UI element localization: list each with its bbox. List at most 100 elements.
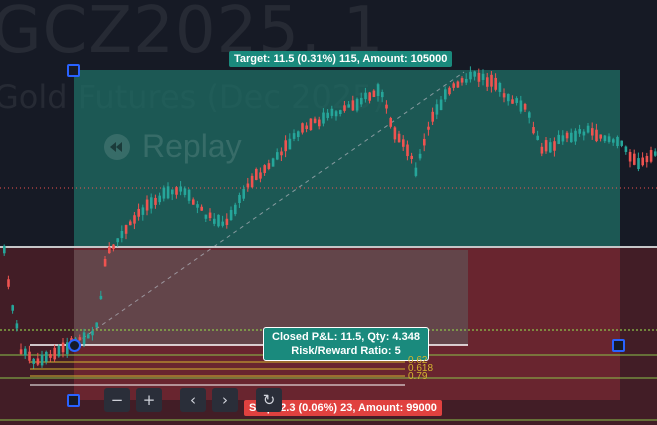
candle-body: [45, 351, 48, 362]
candle-body: [196, 204, 199, 208]
candle-body: [221, 221, 224, 226]
zoom-in-button[interactable]: +: [136, 388, 162, 412]
candle-body: [641, 157, 644, 166]
candle-body: [11, 305, 14, 311]
candle-body: [242, 188, 245, 199]
candle-body: [570, 132, 573, 143]
candle-body: [507, 93, 510, 102]
candle-body: [427, 126, 430, 130]
candle-body: [544, 140, 548, 152]
candle-body: [355, 98, 359, 111]
position-bottom-handle[interactable]: [67, 394, 80, 407]
candle-body: [431, 111, 434, 122]
candle-body: [162, 187, 166, 199]
position-top-handle[interactable]: [67, 64, 80, 77]
candle-body: [532, 127, 535, 134]
candle-body: [305, 125, 308, 130]
candle-body: [116, 238, 119, 243]
candle-body: [612, 139, 615, 143]
candle-body: [217, 214, 220, 227]
pnl-line: Closed P&L: 11.5, Qty: 4.348: [272, 331, 420, 343]
risk-reward-line: Risk/Reward Ratio: 5: [291, 345, 401, 357]
entry-handle[interactable]: [68, 339, 81, 352]
candle-body: [465, 78, 468, 83]
candle-body: [557, 134, 560, 144]
candle-body: [360, 97, 363, 105]
candle-body: [318, 119, 321, 127]
candle-body: [225, 218, 229, 225]
candle-body: [61, 342, 65, 353]
candle-body: [502, 93, 506, 98]
candle-body: [586, 125, 590, 133]
candle-body: [297, 131, 300, 138]
candle-body: [620, 140, 623, 146]
chart-area[interactable]: GCZ2025, 1 Gold Futures (Dec 2025) Rep: [0, 0, 657, 425]
candle-body: [343, 105, 346, 111]
candle-body: [82, 332, 86, 345]
candle-body: [133, 215, 136, 224]
candle-body: [536, 135, 539, 141]
replay-indicator[interactable]: Replay: [104, 128, 242, 165]
candle-body: [486, 77, 489, 87]
candle-body: [49, 354, 52, 358]
candle-body: [649, 150, 653, 162]
candle-body: [246, 183, 250, 188]
candle-body: [213, 218, 216, 224]
candle-body: [53, 347, 56, 360]
candle-body: [171, 189, 174, 195]
candle-body: [7, 279, 10, 287]
candle-body: [334, 111, 338, 117]
candle-body: [435, 104, 439, 115]
pnl-summary-box: Closed P&L: 11.5, Qty: 4.348 Risk/Reward…: [263, 327, 429, 361]
replay-label: Replay: [142, 128, 242, 164]
candle-body: [490, 74, 493, 87]
candle-body: [645, 155, 649, 163]
candle-body: [326, 112, 329, 118]
target-label: Target: 11.5 (0.31%) 115, Amount: 105000: [229, 51, 453, 67]
candle-body: [204, 214, 208, 219]
position-right-handle[interactable]: [612, 339, 625, 352]
candle-body: [511, 99, 514, 104]
candle-body: [477, 72, 481, 82]
candle-body: [271, 158, 275, 167]
candle-body: [24, 348, 27, 356]
candle-body: [187, 189, 191, 201]
candle-body: [381, 91, 384, 98]
candle-body: [91, 330, 94, 336]
candle-body: [309, 118, 313, 131]
candle-body: [591, 128, 594, 136]
candle-body: [276, 152, 279, 160]
candle-body: [192, 199, 195, 205]
candle-body: [229, 209, 233, 221]
candle-body: [255, 168, 258, 180]
candle-body: [87, 334, 90, 339]
candle-body: [150, 197, 153, 209]
scroll-left-button[interactable]: ‹: [180, 388, 206, 412]
candle-body: [158, 195, 161, 203]
scroll-right-button[interactable]: ›: [212, 388, 238, 412]
candle-body: [481, 73, 485, 80]
candle-body: [179, 186, 182, 192]
candle-body: [339, 110, 342, 115]
candle-body: [423, 138, 426, 146]
reset-chart-button[interactable]: ↻: [256, 388, 282, 412]
candle-body: [410, 155, 413, 160]
candle-body: [519, 100, 523, 112]
candle-body: [607, 136, 611, 142]
candle-body: [103, 258, 107, 267]
candle-body: [78, 337, 82, 341]
candle-body: [238, 194, 241, 203]
candle-body: [166, 186, 170, 199]
candle-body: [574, 130, 577, 142]
candle-body: [259, 172, 262, 179]
candle-body: [234, 204, 237, 215]
candle-body: [633, 153, 636, 165]
zoom-out-button[interactable]: −: [104, 388, 130, 412]
candle-body: [595, 129, 598, 142]
candle-body: [141, 207, 145, 215]
candle-body: [561, 135, 565, 142]
candle-body: [444, 89, 447, 100]
candle-body: [313, 118, 317, 123]
candle-body: [628, 151, 632, 162]
candle-body: [200, 206, 203, 211]
